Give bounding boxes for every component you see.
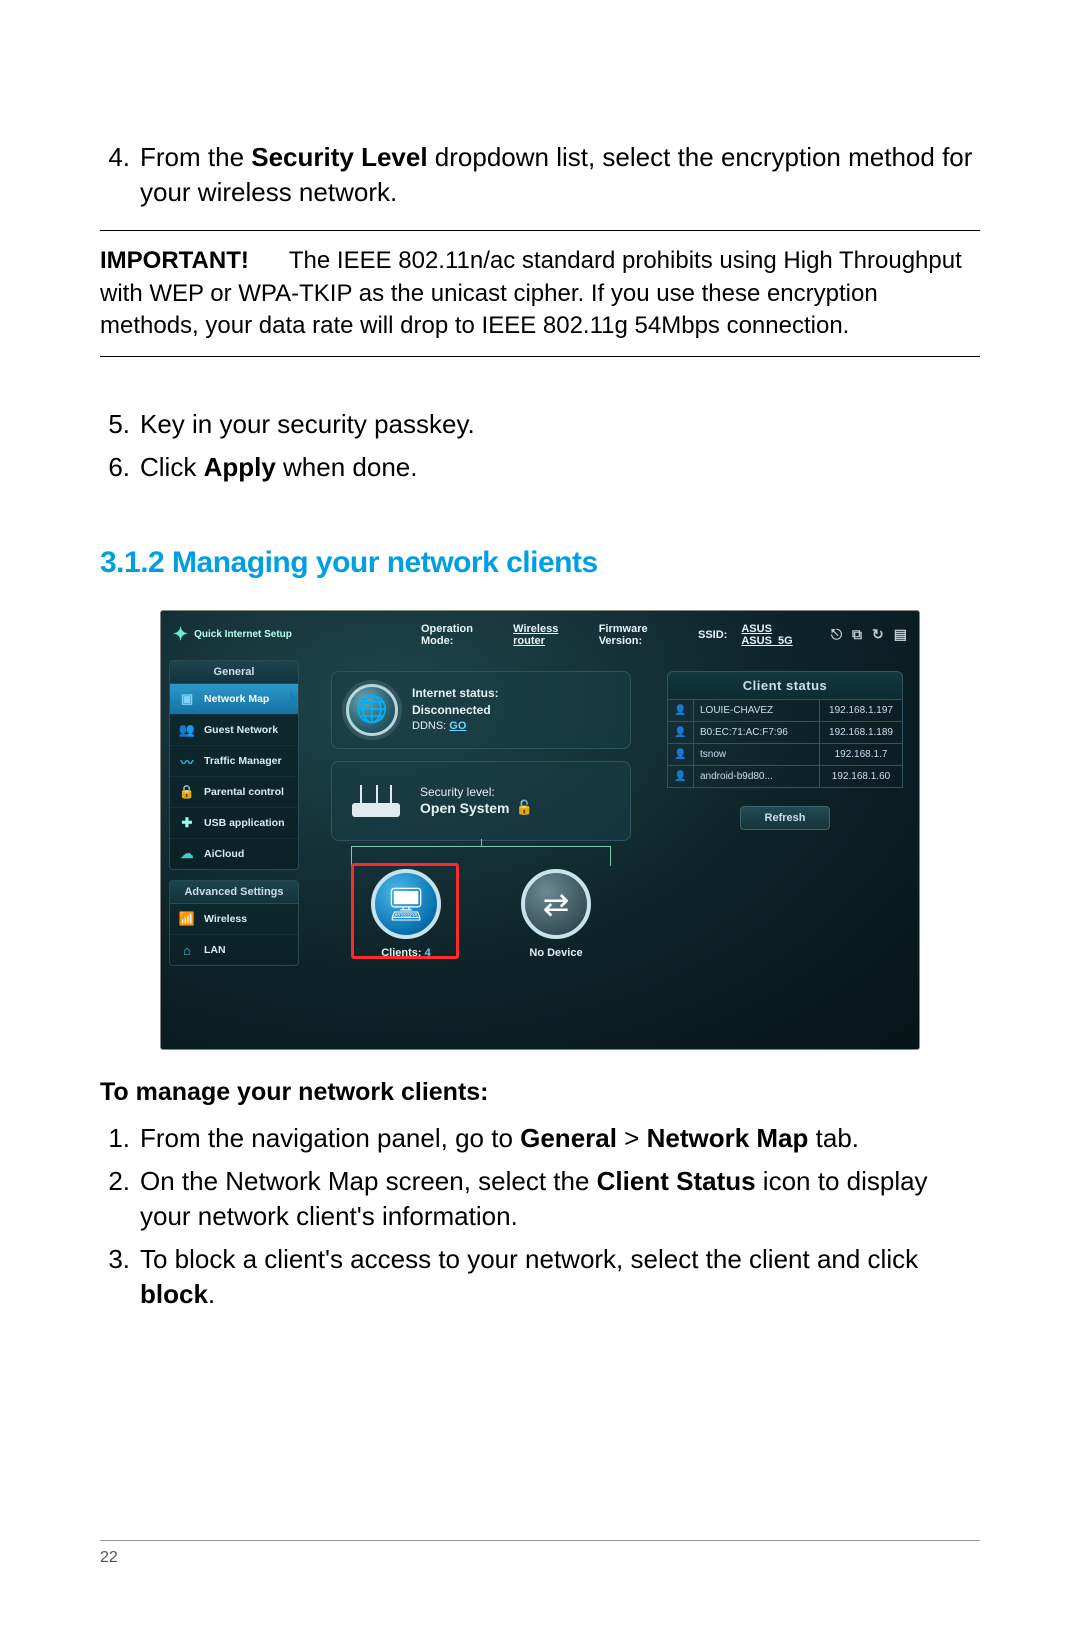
sidebar-item-guest-network[interactable]: 👥Guest Network xyxy=(170,715,298,746)
client-icon: 👤 xyxy=(668,722,694,743)
sidebar-item-parental-control[interactable]: 🔒Parental control xyxy=(170,777,298,808)
fw-label: Firmware Version: xyxy=(599,623,684,647)
top-steps-list: 4. From the Security Level dropdown list… xyxy=(100,140,980,210)
internet-status-label: Internet status: xyxy=(412,686,499,700)
step-4: 4. From the Security Level dropdown list… xyxy=(100,140,980,210)
step-6: 6. Click Apply when done. xyxy=(100,450,980,485)
nav-advanced: Advanced Settings 📶Wireless ⌂LAN xyxy=(169,880,299,966)
page-footer: 22 xyxy=(100,1540,980,1567)
client-row[interactable]: 👤LOUIE-CHAVEZ192.168.1.197 xyxy=(667,700,903,722)
exit-icon[interactable]: ⎋ xyxy=(831,626,842,643)
client-row[interactable]: 👤android-b9d80...192.168.1.60 xyxy=(667,766,903,788)
copy-icon[interactable]: ⧉ xyxy=(852,626,862,643)
main-area: 🌐 Internet status: Disconnected DDNS: GO… xyxy=(311,651,909,1039)
manual-page: 4. From the Security Level dropdown list… xyxy=(0,0,1080,1627)
traffic-icon: 〰 xyxy=(178,752,196,770)
client-icon: 👤 xyxy=(668,766,694,787)
usb-icon: ⇄ xyxy=(521,869,591,939)
client-row[interactable]: 👤tsnow192.168.1.7 xyxy=(667,744,903,766)
nav-general: General ▣Network Map 👥Guest Network 〰Tra… xyxy=(169,660,299,870)
router-icon xyxy=(346,781,406,821)
sidebar-item-aicloud[interactable]: ☁AiCloud xyxy=(170,839,298,869)
bottom-steps-list: 1. From the navigation panel, go to Gene… xyxy=(100,1121,980,1312)
client-status-header: Client status xyxy=(667,671,903,700)
sidebar-item-wireless[interactable]: 📶Wireless xyxy=(170,904,298,935)
more-icon[interactable]: ▤ xyxy=(894,626,907,643)
bottom-step-3: 3. To block a client's access to your ne… xyxy=(100,1242,980,1312)
bottom-step-1: 1. From the navigation panel, go to Gene… xyxy=(100,1121,980,1156)
home-icon: ⌂ xyxy=(178,941,196,959)
client-icon: 👤 xyxy=(668,744,694,765)
sidebar-item-lan[interactable]: ⌂LAN xyxy=(170,935,298,965)
cloud-icon: ☁ xyxy=(178,845,196,863)
client-status-panel: Client status 👤LOUIE-CHAVEZ192.168.1.197… xyxy=(667,671,903,830)
sidebar-item-usb-application[interactable]: ✚USB application xyxy=(170,808,298,839)
section-heading: 3.1.2 Managing your network clients xyxy=(100,546,980,580)
selection-highlight xyxy=(351,863,459,959)
internet-status-value: Disconnected xyxy=(412,702,499,719)
router-ui-screenshot: Operation Mode: Wireless router Firmware… xyxy=(160,610,920,1050)
security-card[interactable]: Security level: Open System 🔓 xyxy=(331,761,631,841)
security-value: Open System xyxy=(420,800,509,816)
globe-icon: 🌐 xyxy=(346,684,398,736)
network-map-icon: ▣ xyxy=(178,690,196,708)
subheading: To manage your network clients: xyxy=(100,1078,980,1107)
ssid-value[interactable]: ASUS ASUS_5G xyxy=(741,623,817,647)
mid-steps-list: 5. Key in your security passkey. 6. Clic… xyxy=(100,407,980,485)
nav-general-header: General xyxy=(170,661,298,684)
usb-tile[interactable]: ⇄ No Device xyxy=(491,869,621,959)
usb-label: No Device xyxy=(491,947,621,959)
sidebar: ✦ Quick Internet Setup General ▣Network … xyxy=(169,619,299,967)
security-label: Security level: xyxy=(420,785,533,799)
puzzle-icon: ✚ xyxy=(178,814,196,832)
unlock-icon: 🔓 xyxy=(515,799,532,816)
sidebar-item-traffic-manager[interactable]: 〰Traffic Manager xyxy=(170,746,298,777)
important-label: IMPORTANT! xyxy=(100,247,249,274)
ddns-label: DDNS: xyxy=(412,720,446,732)
page-number: 22 xyxy=(100,1549,118,1566)
op-mode-label: Operation Mode: xyxy=(421,623,499,647)
nav-advanced-header: Advanced Settings xyxy=(170,881,298,904)
wand-icon: ✦ xyxy=(173,625,188,645)
internet-status-card[interactable]: 🌐 Internet status: Disconnected DDNS: GO xyxy=(331,671,631,749)
client-row[interactable]: 👤B0:EC:71:AC:F7:96192.168.1.189 xyxy=(667,722,903,744)
ssid-label: SSID: xyxy=(698,629,727,641)
guest-icon: 👥 xyxy=(178,721,196,739)
qis-label: Quick Internet Setup xyxy=(194,629,292,640)
step-5: 5. Key in your security passkey. xyxy=(100,407,980,442)
quick-internet-setup[interactable]: ✦ Quick Internet Setup xyxy=(169,619,299,651)
topbar-icons: ⎋ ⧉ ↻ ▤ xyxy=(831,626,907,643)
refresh-button[interactable]: Refresh xyxy=(740,806,830,830)
client-icon: 👤 xyxy=(668,700,694,721)
clients-tile[interactable]: 🖥 Clients: 4 xyxy=(341,869,471,959)
ddns-go-link[interactable]: GO xyxy=(449,720,466,732)
important-note: IMPORTANT!The IEEE 802.11n/ac standard p… xyxy=(100,230,980,357)
bottom-step-2: 2. On the Network Map screen, select the… xyxy=(100,1164,980,1234)
wifi-icon: 📶 xyxy=(178,910,196,928)
lock-icon: 🔒 xyxy=(178,783,196,801)
topbar: Operation Mode: Wireless router Firmware… xyxy=(421,623,907,647)
refresh-icon[interactable]: ↻ xyxy=(872,626,884,643)
sidebar-item-network-map[interactable]: ▣Network Map xyxy=(170,684,298,715)
op-mode-value[interactable]: Wireless router xyxy=(513,623,585,647)
